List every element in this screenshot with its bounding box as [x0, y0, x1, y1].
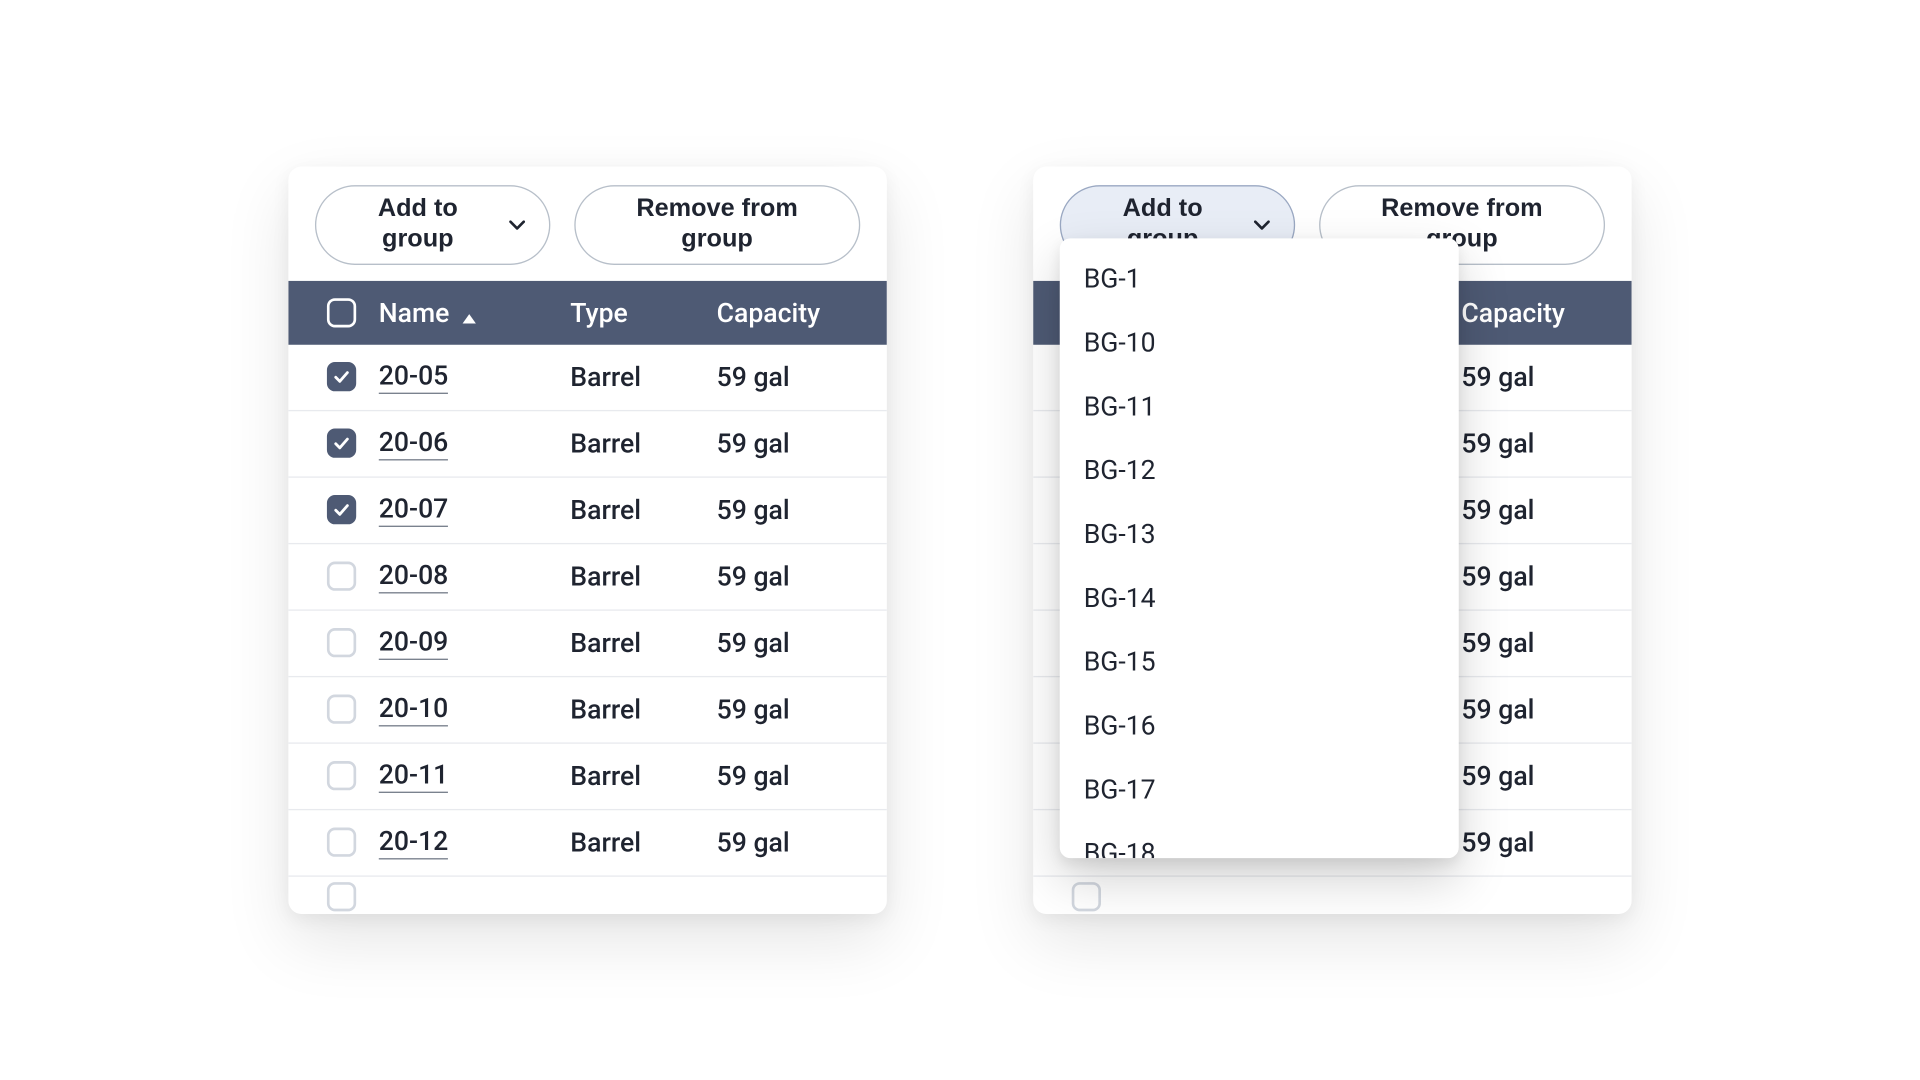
row-capacity: 59 gal [1461, 760, 1615, 792]
row-name-link[interactable]: 20-11 [379, 759, 449, 794]
dropdown-option[interactable]: BG-16 [1060, 693, 1459, 757]
dropdown-option[interactable]: BG-12 [1060, 438, 1459, 502]
toolbar: Add to group Remove from group [288, 167, 887, 281]
row-name-link[interactable]: 20-09 [379, 626, 449, 661]
column-header-capacity[interactable]: Capacity [1461, 296, 1615, 328]
chevron-down-icon [509, 217, 525, 233]
dropdown-option[interactable]: BG-14 [1060, 566, 1459, 630]
row-name-link[interactable]: 20-08 [379, 559, 449, 594]
remove-from-group-button[interactable]: Remove from group [574, 185, 860, 264]
button-label: Add to group [340, 194, 495, 255]
row-capacity: 59 gal [1461, 560, 1615, 592]
row-checkbox[interactable] [327, 628, 356, 657]
table-row-peek [1033, 876, 1632, 913]
row-capacity: 59 gal [717, 494, 871, 526]
row-capacity: 59 gal [1461, 361, 1615, 393]
table-row: 20-08 Barrel59 gal [288, 544, 887, 611]
row-capacity: 59 gal [1461, 427, 1615, 459]
row-checkbox[interactable] [327, 695, 356, 724]
select-all-checkbox[interactable] [327, 298, 356, 327]
row-capacity: 59 gal [1461, 693, 1615, 725]
table-row: 20-09 Barrel59 gal [288, 610, 887, 677]
add-to-group-button[interactable]: Add to group [315, 185, 550, 264]
row-type: Barrel [570, 627, 716, 659]
dropdown-option[interactable]: BG-10 [1060, 310, 1459, 374]
row-checkbox[interactable] [327, 562, 356, 591]
row-capacity: 59 gal [717, 427, 871, 459]
table-row: 20-07 Barrel59 gal [288, 477, 887, 544]
table-row-peek [288, 876, 887, 913]
panel-left: Add to group Remove from group Name Type [288, 167, 887, 914]
row-capacity: 59 gal [717, 361, 871, 393]
column-header-type[interactable]: Type [570, 296, 716, 328]
row-capacity: 59 gal [1461, 826, 1615, 858]
panel-right: Add to group Remove from group Name Type… [1033, 167, 1632, 914]
dropdown-option[interactable]: BG-1 [1060, 246, 1459, 310]
column-header-name[interactable]: Name [379, 296, 571, 328]
row-checkbox[interactable] [327, 429, 356, 458]
row-capacity: 59 gal [717, 627, 871, 659]
row-capacity: 59 gal [1461, 494, 1615, 526]
row-type: Barrel [570, 361, 716, 393]
row-type: Barrel [570, 693, 716, 725]
table-row: 20-06 Barrel59 gal [288, 411, 887, 477]
row-checkbox[interactable] [327, 828, 356, 857]
row-type: Barrel [570, 560, 716, 592]
row-checkbox[interactable] [327, 761, 356, 790]
sort-asc-icon [460, 303, 479, 322]
row-checkbox[interactable] [327, 362, 356, 391]
table-header: Name Type Capacity [288, 280, 887, 344]
row-checkbox[interactable] [327, 495, 356, 524]
dropdown-option[interactable]: BG-11 [1060, 374, 1459, 438]
row-checkbox[interactable] [327, 882, 356, 911]
row-checkbox[interactable] [1072, 882, 1101, 911]
button-label: Remove from group [599, 194, 835, 255]
row-capacity: 59 gal [717, 760, 871, 792]
row-name-link[interactable]: 20-10 [379, 692, 449, 727]
table-row: 20-05 Barrel59 gal [288, 344, 887, 411]
table-body: 20-05Barrel59 gal20-06Barrel59 gal20-07B… [288, 344, 887, 913]
dropdown-option[interactable]: BG-18 [1060, 821, 1459, 858]
row-capacity: 59 gal [717, 826, 871, 858]
dropdown-option[interactable]: BG-17 [1060, 757, 1459, 821]
table-row: 20-10 Barrel59 gal [288, 677, 887, 744]
add-to-group-dropdown[interactable]: BG-1BG-10BG-11BG-12BG-13BG-14BG-15BG-16B… [1060, 238, 1459, 858]
row-capacity: 59 gal [717, 693, 871, 725]
chevron-down-icon [1254, 217, 1270, 233]
row-capacity: 59 gal [717, 560, 871, 592]
row-type: Barrel [570, 826, 716, 858]
dropdown-option[interactable]: BG-15 [1060, 629, 1459, 693]
table-row: 20-11 Barrel59 gal [288, 743, 887, 810]
dropdown-option[interactable]: BG-13 [1060, 502, 1459, 566]
table-row: 20-12 Barrel59 gal [288, 810, 887, 877]
row-name-link[interactable]: 20-05 [379, 360, 449, 395]
row-name-link[interactable]: 20-12 [379, 825, 449, 860]
row-name-link[interactable]: 20-07 [379, 493, 449, 528]
column-header-capacity[interactable]: Capacity [717, 296, 871, 328]
row-capacity: 59 gal [1461, 627, 1615, 659]
row-type: Barrel [570, 427, 716, 459]
row-type: Barrel [570, 760, 716, 792]
row-type: Barrel [570, 494, 716, 526]
row-name-link[interactable]: 20-06 [379, 426, 449, 461]
